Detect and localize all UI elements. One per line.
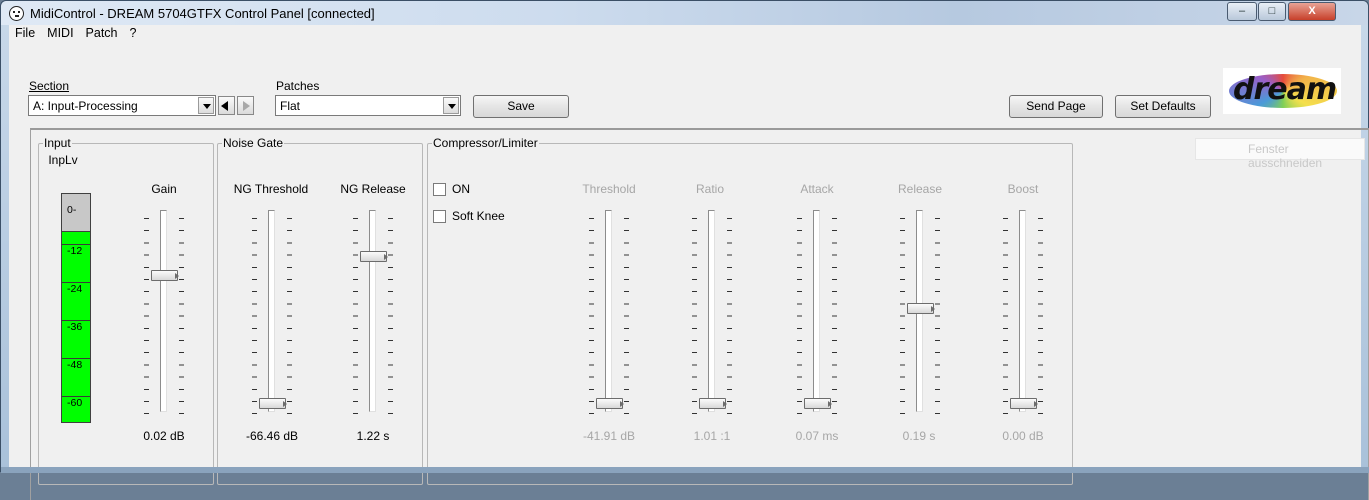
- client-area: Section A: Input-Processing Patches Flat…: [9, 43, 1369, 500]
- maximize-button[interactable]: □: [1258, 2, 1286, 21]
- patches-select[interactable]: Flat: [275, 95, 461, 116]
- meter-scale-36: -36: [62, 320, 90, 333]
- soft-knee-label[interactable]: Soft Knee: [452, 209, 505, 223]
- previous-section-button[interactable]: [218, 96, 235, 115]
- compressor-group: Compressor/Limiter: [427, 136, 1073, 485]
- ng-threshold-value: -66.46 dB: [245, 429, 299, 443]
- slider-thumb[interactable]: [1010, 398, 1038, 409]
- section-select-value: A: Input-Processing: [33, 99, 138, 113]
- release-value: 0.19 s: [902, 429, 936, 443]
- compressor-on-checkbox[interactable]: [433, 183, 446, 196]
- slider-thumb[interactable]: [804, 398, 832, 409]
- meter-scale-12: -12: [62, 244, 90, 257]
- boost-value: 0.00 dB: [1002, 429, 1044, 443]
- logo-wordmark: dream: [1233, 72, 1337, 107]
- ng-release-slider[interactable]: [353, 208, 393, 414]
- menu-patch[interactable]: Patch: [80, 25, 124, 43]
- ng-threshold-label: NG Threshold: [233, 182, 309, 196]
- input-level-label: InpLv: [48, 153, 78, 167]
- menu-help[interactable]: ?: [124, 25, 143, 43]
- next-section-button[interactable]: [237, 96, 254, 115]
- midi-connector-icon[interactable]: [9, 6, 24, 21]
- meter-scale-48: -48: [62, 358, 90, 371]
- slider-track: [813, 210, 820, 412]
- comp-threshold-slider[interactable]: [589, 208, 629, 414]
- section-select[interactable]: A: Input-Processing: [28, 95, 216, 116]
- boost-label: Boost: [1007, 182, 1039, 196]
- menu-bar: File MIDI Patch ?: [9, 25, 1361, 43]
- gain-slider[interactable]: [144, 208, 184, 414]
- ratio-slider[interactable]: [692, 208, 732, 414]
- close-button[interactable]: X: [1288, 2, 1336, 21]
- slider-track: [160, 210, 167, 412]
- slider-thumb[interactable]: [259, 398, 287, 409]
- boost-slider[interactable]: [1003, 208, 1043, 414]
- ratio-label: Ratio: [695, 182, 724, 196]
- slider-thumb[interactable]: [151, 270, 179, 281]
- release-slider[interactable]: [900, 208, 940, 414]
- noise-gate-title: Noise Gate: [222, 136, 285, 150]
- slider-thumb[interactable]: [699, 398, 727, 409]
- patches-label: Patches: [276, 79, 320, 93]
- meter-scale-60: -60: [62, 396, 90, 409]
- dream-logo: dream: [1223, 68, 1341, 114]
- ratio-value: 1.01 :1: [693, 429, 731, 443]
- save-button[interactable]: Save: [473, 95, 569, 118]
- comp-threshold-value: -41.91 dB: [582, 429, 636, 443]
- app-window: MidiControl - DREAM 5704GTFX Control Pan…: [0, 0, 1369, 500]
- gain-value: 0.02 dB: [143, 429, 185, 443]
- minimize-button[interactable]: –: [1227, 2, 1257, 21]
- slider-thumb[interactable]: [907, 303, 935, 314]
- menu-file[interactable]: File: [9, 25, 41, 43]
- window-bottom-edge: [1, 467, 1369, 473]
- patches-select-value: Flat: [280, 99, 301, 113]
- meter-scale-0: 0-: [67, 204, 77, 216]
- attack-slider[interactable]: [797, 208, 837, 414]
- chevron-down-icon[interactable]: [198, 97, 214, 114]
- slider-thumb[interactable]: [596, 398, 624, 409]
- send-page-button[interactable]: Send Page: [1009, 95, 1103, 118]
- compressor-title: Compressor/Limiter: [432, 136, 539, 150]
- slider-track: [605, 210, 612, 412]
- window-title: MidiControl - DREAM 5704GTFX Control Pan…: [30, 6, 375, 21]
- attack-value: 0.07 ms: [795, 429, 839, 443]
- release-label: Release: [897, 182, 943, 196]
- compressor-on-label[interactable]: ON: [452, 182, 470, 196]
- ng-release-label: NG Release: [340, 182, 406, 196]
- ng-threshold-slider[interactable]: [252, 208, 292, 414]
- input-group-title: Input: [43, 136, 72, 150]
- set-defaults-button[interactable]: Set Defaults: [1115, 95, 1211, 118]
- slider-track: [1019, 210, 1026, 412]
- title-bar[interactable]: MidiControl - DREAM 5704GTFX Control Pan…: [1, 1, 1368, 25]
- gain-label: Gain: [151, 182, 177, 196]
- section-label: Section: [29, 79, 70, 93]
- slider-track: [369, 210, 376, 412]
- slider-track: [268, 210, 275, 412]
- attack-label: Attack: [800, 182, 834, 196]
- soft-knee-checkbox[interactable]: [433, 210, 446, 223]
- slider-track: [708, 210, 715, 412]
- ng-release-value: 1.22 s: [356, 429, 390, 443]
- slider-thumb[interactable]: [360, 251, 388, 262]
- menu-midi[interactable]: MIDI: [41, 25, 79, 43]
- comp-threshold-label: Threshold: [582, 182, 636, 196]
- input-level-meter: 0- -12 -24 -36 -48 -60: [61, 193, 91, 423]
- chevron-down-icon[interactable]: [443, 97, 459, 114]
- meter-scale-24: -24: [62, 282, 90, 295]
